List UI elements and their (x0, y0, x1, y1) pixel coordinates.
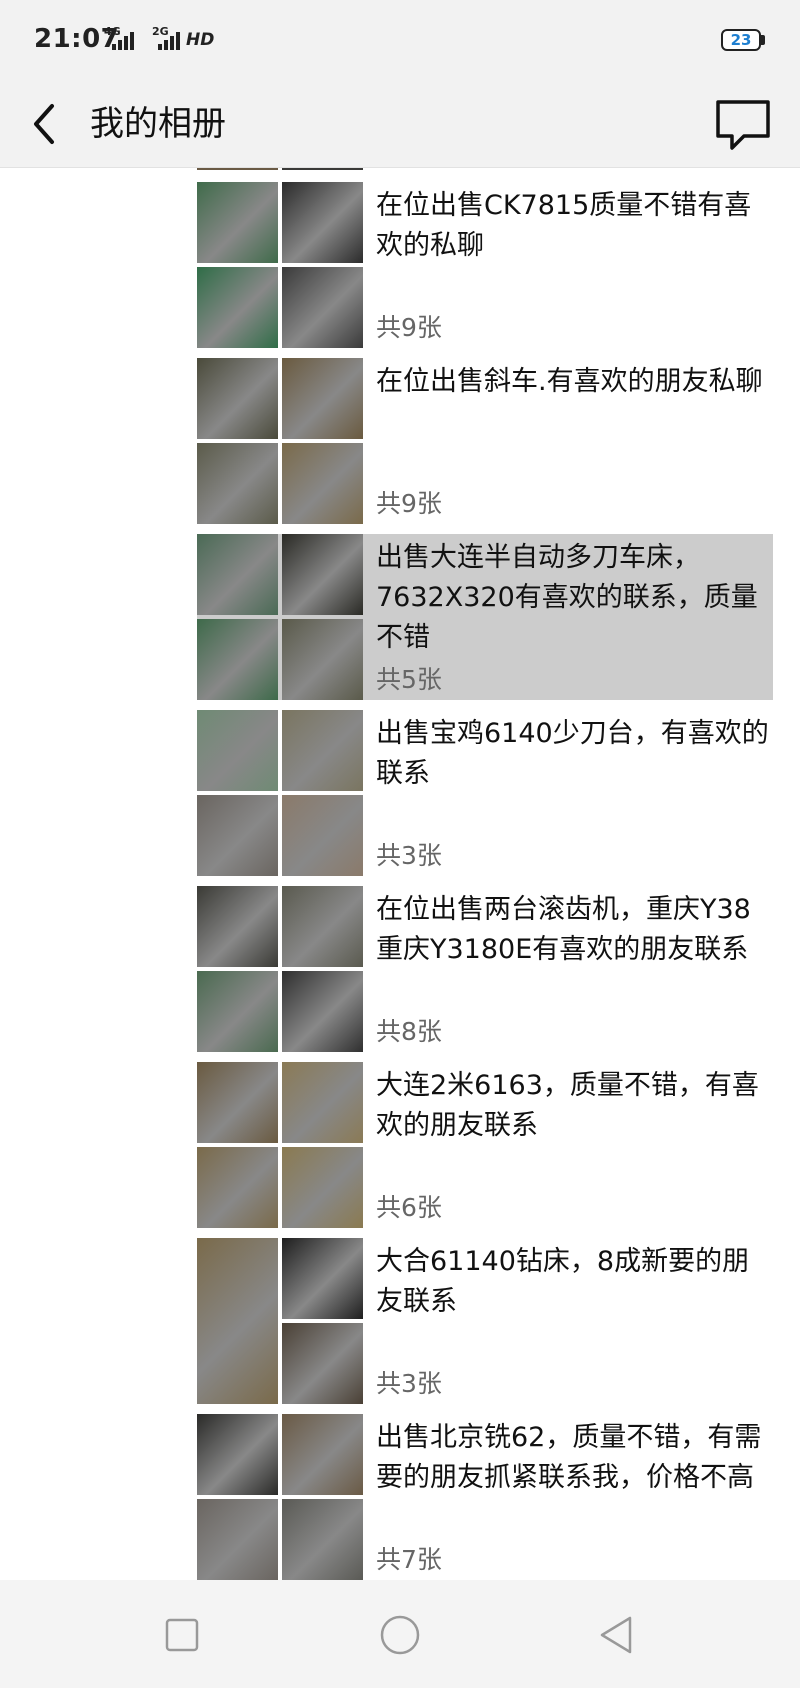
circle-icon (380, 1615, 420, 1655)
thumbnail-image (282, 534, 363, 615)
thumbnail-image (282, 886, 363, 967)
message-button[interactable] (710, 92, 776, 154)
thumbnail-image (197, 443, 278, 524)
thumbnail-image (282, 1238, 363, 1319)
album-description: 在位出售CK7815质量不错有喜欢的私聊 (376, 190, 752, 261)
thumbnail-image (197, 971, 278, 1052)
album-description: 在位出售斜车.有喜欢的朋友私聊 (376, 366, 763, 397)
album-item[interactable]: 在位出售斜车.有喜欢的朋友私聊 共9张 (197, 358, 773, 524)
thumbnail-image (197, 534, 278, 615)
album-description: 大合61140钻床，8成新要的朋友联系 (376, 1246, 750, 1317)
system-nav-bar (0, 1580, 800, 1688)
status-bar: 21:07 4G 2G HD 23 (0, 0, 800, 82)
thumbnail-image (282, 267, 363, 348)
thumbnail-image (282, 358, 363, 439)
album-list[interactable]: 在位出售CK7815质量不错有喜欢的私聊 共9张 在位出售斜车.有喜欢的朋友私聊… (0, 168, 800, 1580)
photo-count: 共7张 (376, 1545, 442, 1574)
album-item[interactable]: 出售北京铣62，质量不错，有需要的朋友抓紧联系我，价格不高 共7张 (197, 1414, 773, 1580)
album-item[interactable]: 大连2米6163，质量不错，有喜欢的朋友联系 共6张 (197, 1062, 773, 1228)
album-item[interactable]: 在位出售CK7815质量不错有喜欢的私聊 共9张 (197, 182, 773, 348)
thumbnail-image (197, 1062, 278, 1143)
album-thumbnails (197, 1414, 363, 1580)
album-item[interactable]: 出售宝鸡6140少刀台，有喜欢的联系 共3张 (197, 710, 773, 876)
battery-icon: 23 (721, 29, 761, 51)
back-nav-button[interactable] (592, 1610, 642, 1660)
app-header: 我的相册 (0, 82, 800, 168)
square-icon (165, 1618, 199, 1652)
album-description: 出售北京铣62，质量不错，有需要的朋友抓紧联系我，价格不高 (376, 1422, 762, 1493)
triangle-back-icon (600, 1616, 632, 1654)
thumbnail-image (282, 795, 363, 876)
thumbnail-image (197, 886, 278, 967)
thumbnail-image (197, 1238, 278, 1404)
thumbnail-image (197, 1499, 278, 1580)
album-description: 出售宝鸡6140少刀台，有喜欢的联系 (376, 718, 769, 789)
signal-icon-2 (158, 30, 180, 50)
thumbnail-image (197, 1414, 278, 1495)
album-item-selected[interactable]: 出售大连半自动多刀车床，7632X320有喜欢的联系，质量不错 共5张 (197, 534, 773, 700)
album-thumbnails (197, 182, 363, 348)
album-item[interactable]: 在位出售两台滚齿机，重庆Y38重庆Y3180E有喜欢的朋友联系 共8张 (197, 886, 773, 1052)
thumbnail-image (282, 1323, 363, 1404)
photo-count: 共9张 (376, 489, 442, 518)
album-thumbnails (197, 710, 363, 876)
battery-tip (761, 35, 765, 45)
thumbnail-image (197, 795, 278, 876)
thumbnail-image (282, 1414, 363, 1495)
recent-apps-button[interactable] (157, 1610, 207, 1660)
thumbnail-image (282, 710, 363, 791)
thumbnail-image (282, 1147, 363, 1228)
chevron-left-icon (34, 104, 54, 144)
thumbnail-image (282, 182, 363, 263)
album-description: 在位出售两台滚齿机，重庆Y38重庆Y3180E有喜欢的朋友联系 (376, 894, 751, 965)
chat-bubble-icon (716, 100, 770, 150)
album-item[interactable]: 大合61140钻床，8成新要的朋友联系 共3张 (197, 1238, 773, 1404)
back-button[interactable] (26, 96, 76, 152)
thumbnail-image (282, 1499, 363, 1580)
hd-label: HD (186, 30, 215, 50)
album-thumbnails (197, 358, 363, 524)
album-thumbnails (197, 1062, 363, 1228)
album-description: 出售大连半自动多刀车床，7632X320有喜欢的联系，质量不错 (376, 542, 758, 653)
thumbnail-image (197, 182, 278, 263)
thumbnail-image (197, 358, 278, 439)
photo-count: 共6张 (376, 1193, 442, 1222)
photo-count: 共3张 (376, 841, 442, 870)
thumbnail-image (197, 710, 278, 791)
thumbnail-image (197, 619, 278, 700)
thumbnail-image (197, 1147, 278, 1228)
partial-list-item (197, 168, 363, 170)
thumbnail-image (197, 267, 278, 348)
thumbnail-image (282, 971, 363, 1052)
thumbnail-image (282, 443, 363, 524)
photo-count: 共5张 (376, 665, 442, 694)
album-thumbnails (197, 1238, 363, 1404)
album-thumbnails (197, 886, 363, 1052)
thumbnail-image (282, 619, 363, 700)
thumbnail-image (282, 1062, 363, 1143)
album-description: 大连2米6163，质量不错，有喜欢的朋友联系 (376, 1070, 759, 1141)
home-button[interactable] (375, 1610, 425, 1660)
photo-count: 共3张 (376, 1369, 442, 1398)
photo-count: 共8张 (376, 1017, 442, 1046)
album-thumbnails (197, 534, 363, 700)
photo-count: 共9张 (376, 313, 442, 342)
signal-icon-1 (112, 30, 134, 50)
page-title: 我的相册 (90, 104, 226, 144)
